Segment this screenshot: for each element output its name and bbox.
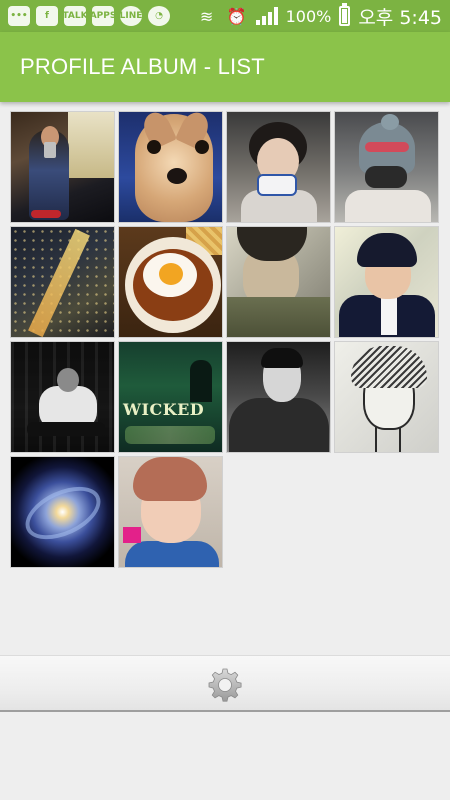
- status-bar: ••• f TALK APPS LINE ◔ ≋ ⏰ 100% 오후 5:45: [0, 0, 450, 32]
- album-thumbnail[interactable]: [226, 111, 331, 223]
- bottom-bar: [0, 655, 450, 712]
- wicked-sign-text: WICKED: [123, 400, 205, 419]
- talk-icon: TALK: [62, 6, 88, 26]
- app-bar: PROFILE ALBUM - LIST: [0, 32, 450, 102]
- system-icons: ≋ ⏰ 100% 오후 5:45: [196, 3, 442, 29]
- album-thumbnail[interactable]: [334, 111, 439, 223]
- album-thumbnail[interactable]: [10, 226, 115, 338]
- album-thumbnail[interactable]: [334, 341, 439, 453]
- settings-button[interactable]: [206, 666, 244, 704]
- signal-icon: [255, 7, 278, 25]
- album-thumbnail[interactable]: [10, 111, 115, 223]
- notification-icons: ••• f TALK APPS LINE ◔: [8, 5, 170, 27]
- album-thumbnail[interactable]: WICKED: [118, 341, 223, 453]
- line-icon: LINE: [120, 6, 142, 26]
- alarm-icon: ⏰: [226, 6, 247, 26]
- album-thumbnail[interactable]: [118, 111, 223, 223]
- album-thumbnail[interactable]: [10, 341, 115, 453]
- battery-percent: 100%: [285, 6, 332, 26]
- album-grid: WICKED: [10, 111, 440, 568]
- wechat-icon: ◔: [148, 6, 170, 26]
- page-title: PROFILE ALBUM - LIST: [20, 54, 265, 79]
- album-thumbnail[interactable]: [334, 226, 439, 338]
- album-thumbnail[interactable]: [10, 456, 115, 568]
- album-thumbnail[interactable]: [118, 226, 223, 338]
- clock: 오후 5:45: [358, 6, 442, 29]
- apps-icon: APPS: [90, 6, 116, 26]
- facebook-icon: f: [36, 6, 58, 26]
- album-thumbnail[interactable]: [226, 341, 331, 453]
- battery-icon: [339, 3, 351, 26]
- vibrate-mute-icon: ≋: [199, 6, 214, 26]
- message-icon: •••: [8, 6, 30, 26]
- album-thumbnail[interactable]: [226, 226, 331, 338]
- album-thumbnail[interactable]: [118, 456, 223, 568]
- gear-icon: [208, 668, 242, 702]
